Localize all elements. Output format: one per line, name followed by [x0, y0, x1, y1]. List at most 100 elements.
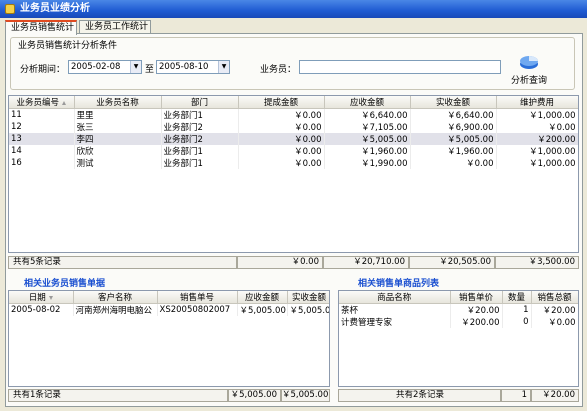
cell-dept: 业务部门2: [161, 133, 239, 145]
column-header[interactable]: 销售单号: [157, 291, 238, 304]
cell-name: 里里: [74, 108, 162, 121]
cell-qty: 1: [502, 303, 532, 316]
cell-dept: 业务部门1: [161, 145, 239, 157]
products-total-qty: 1: [501, 389, 531, 402]
cell-price: ￥200.00: [450, 316, 503, 328]
to-label: 至: [145, 65, 155, 75]
date-from-value: 2005-02-08: [71, 62, 121, 72]
total-received: ￥20,505.00: [409, 256, 495, 269]
orders-table-footer: 共有1条记录 ￥5,005.00 ￥5,005.00: [8, 389, 330, 402]
cell-receivable: ￥5,005.00: [324, 133, 411, 145]
period-label: 分析期间：: [20, 65, 66, 75]
cell-maintenance: ￥1,000.00: [496, 108, 578, 121]
cell-receivable: ￥6,640.00: [324, 108, 411, 121]
cell-received: ￥5,005.00: [410, 133, 497, 145]
record-count: 共有1条记录: [8, 389, 228, 402]
total-receivable: ￥20,710.00: [323, 256, 409, 269]
column-header[interactable]: 数量: [502, 291, 532, 304]
cell-id: 11: [9, 108, 75, 121]
tab-sales-statistics[interactable]: 业务员销售统计: [5, 20, 77, 35]
cell-received: ￥1,960.00: [410, 145, 497, 157]
cell-commission: ￥0.00: [238, 157, 325, 169]
cell-name: 张三: [74, 121, 162, 133]
salesman-input[interactable]: [299, 60, 501, 74]
title-bar: 业务员业绩分析: [0, 0, 587, 18]
salesman-label: 业务员：: [260, 65, 297, 75]
cell-total: ￥0.00: [531, 316, 578, 328]
table-row[interactable]: 计费管理专家 ￥200.00 0 ￥0.00: [339, 316, 578, 328]
cell-commission: ￥0.00: [238, 145, 325, 157]
table-row[interactable]: 茶杯 ￥20.00 1 ￥20.00: [339, 303, 578, 316]
column-header[interactable]: 应收金额: [237, 291, 288, 304]
column-header[interactable]: 销售总额: [531, 291, 578, 304]
cell-dept: 业务部门1: [161, 108, 239, 121]
cell-received: ￥5,005.00: [287, 303, 329, 316]
orders-title: 相关业务员销售单据: [24, 279, 106, 289]
table-row[interactable]: 14 欣欣 业务部门1 ￥0.00 ￥1,960.00 ￥1,960.00 ￥1,000.0…: [9, 145, 578, 157]
table-row[interactable]: 16 测试 业务部门1 ￥0.00 ￥1,990.00 ￥0.00 ￥1,000.00: [9, 157, 578, 169]
column-header[interactable]: 客户名称: [73, 291, 158, 304]
cell-received: ￥6,900.00: [410, 121, 497, 133]
record-count: 共有5条记录: [8, 256, 237, 269]
cell-maintenance: ￥1,000.00: [496, 157, 578, 169]
cell-total: ￥20.00: [531, 303, 578, 316]
cell-date: 2005-08-02: [9, 303, 74, 316]
column-header[interactable]: 提成金额: [238, 96, 325, 109]
table-row[interactable]: 11 里里 业务部门1 ￥0.00 ￥6,640.00 ￥6,640.00 ￥1,000.0…: [9, 108, 578, 121]
date-from-picker[interactable]: 2005-02-08 ▼: [68, 60, 142, 74]
cell-dept: 业务部门2: [161, 121, 239, 133]
column-header[interactable]: 部门: [161, 96, 239, 109]
cell-dept: 业务部门1: [161, 157, 239, 169]
cell-customer: 河南郑州海明电脑公: [73, 303, 158, 316]
cell-id: 13: [9, 133, 75, 145]
record-count: 共有2条记录: [338, 389, 501, 402]
cell-id: 14: [9, 145, 75, 157]
column-header[interactable]: 业务员编号: [9, 96, 75, 109]
cell-product: 计费管理专家: [339, 316, 451, 328]
cell-qty: 0: [502, 316, 532, 328]
table-row-selected[interactable]: 13 李四 业务部门2 ￥0.00 ￥5,005.00 ￥5,005.00 ￥200.00: [9, 133, 578, 145]
tab-work-statistics[interactable]: 业务员工作统计: [79, 20, 151, 34]
chevron-down-icon[interactable]: ▼: [130, 61, 141, 73]
cell-commission: ￥0.00: [238, 108, 325, 121]
column-header[interactable]: 实收金额: [287, 291, 329, 304]
salesman-table: 业务员编号 业务员名称 部门 提成金额 应收金额 实收金额 维护费用 11 里里业…: [8, 95, 579, 253]
cell-price: ￥20.00: [450, 303, 503, 316]
sort-ascending-icon: [62, 100, 66, 105]
cell-commission: ￥0.00: [238, 133, 325, 145]
cell-receivable: ￥5,005.00: [237, 303, 288, 316]
orders-table: 日期 客户名称 销售单号 应收金额 实收金额 2005-08-02 河南郑州海明电…: [8, 290, 330, 387]
orders-total-received: ￥5,005.00: [281, 389, 330, 402]
products-table: 商品名称 销售单价 数量 销售总额 茶杯 ￥20.00 1 ￥20.00 计费管理专家…: [338, 290, 579, 387]
cell-id: 12: [9, 121, 75, 133]
total-maintenance: ￥3,500.00: [495, 256, 579, 269]
total-commission: ￥0.00: [237, 256, 323, 269]
cell-name: 李四: [74, 133, 162, 145]
date-to-value: 2005-08-10: [159, 62, 209, 72]
column-header[interactable]: 日期: [9, 291, 74, 304]
table-row[interactable]: 12 张三 业务部门2 ￥0.00 ￥7,105.00 ￥6,900.00 ￥0.00: [9, 121, 578, 133]
products-title: 相关销售单商品列表: [358, 279, 440, 289]
cell-receivable: ￥7,105.00: [324, 121, 411, 133]
query-button-label: 分析查询: [510, 76, 547, 86]
cell-order-no: XS20050802007: [157, 303, 238, 316]
cell-maintenance: ￥200.00: [496, 133, 578, 145]
column-header[interactable]: 商品名称: [339, 291, 451, 304]
column-header[interactable]: 维护费用: [496, 96, 578, 109]
cell-id: 16: [9, 157, 75, 169]
chevron-down-icon[interactable]: ▼: [218, 61, 229, 73]
column-header[interactable]: 销售单价: [450, 291, 503, 304]
conditions-legend: 业务员销售统计分析条件: [16, 38, 120, 51]
date-to-picker[interactable]: 2005-08-10 ▼: [156, 60, 230, 74]
cell-receivable: ￥1,960.00: [324, 145, 411, 157]
column-header[interactable]: 业务员名称: [74, 96, 162, 109]
column-header[interactable]: 应收金额: [324, 96, 411, 109]
orders-total-receivable: ￥5,005.00: [228, 389, 281, 402]
cell-name: 测试: [74, 157, 162, 169]
column-header[interactable]: 实收金额: [410, 96, 497, 109]
query-button[interactable]: 分析查询: [508, 50, 550, 86]
cell-product: 茶杯: [339, 303, 451, 316]
cell-receivable: ￥1,990.00: [324, 157, 411, 169]
table-row[interactable]: 2005-08-02 河南郑州海明电脑公 XS20050802007 ￥5,005.0…: [9, 303, 329, 316]
app-icon: [5, 4, 15, 14]
